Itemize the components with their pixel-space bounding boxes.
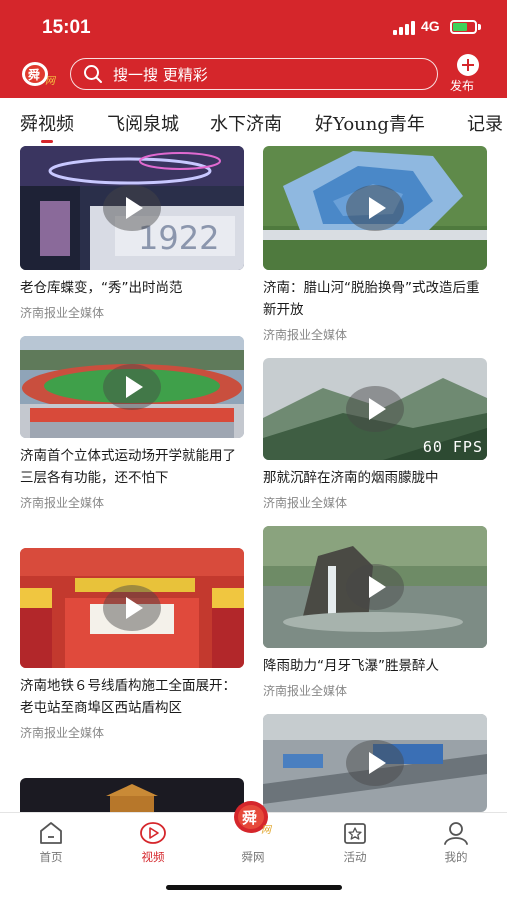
video-source: 济南报业全媒体: [263, 496, 348, 510]
video-card[interactable]: 济南地铁６号线盾构施工全面展开：老屯站至商埠区西站盾构区 济南报业全媒体: [20, 548, 244, 741]
app-header: 15:01 4G 舜 网 搜一搜 更精彩 发布: [0, 0, 507, 98]
battery-icon: [450, 20, 477, 34]
video-thumbnail: [263, 714, 487, 812]
home-icon: [40, 822, 62, 844]
video-source: 济南报业全媒体: [20, 726, 105, 740]
nav-profile[interactable]: 我的: [421, 813, 491, 873]
video-title: 那就沉醉在济南的烟雨朦胧中: [263, 470, 439, 486]
network-label: 4G: [421, 18, 440, 34]
video-card[interactable]: [20, 778, 244, 812]
video-card[interactable]: 降雨助力“月牙飞瀑”胜景醉人 济南报业全媒体: [263, 526, 487, 699]
video-source: 济南报业全媒体: [263, 684, 348, 698]
video-source: 济南报业全媒体: [20, 496, 105, 510]
search-placeholder: 搜一搜 更精彩: [113, 66, 208, 84]
video-card[interactable]: 济南首个立体式运动场开学就能用了 三层各有功能，还不怕下 济南报业全媒体: [20, 336, 244, 511]
night-city-image: [20, 778, 244, 812]
nav-label: 首页: [39, 850, 63, 864]
publish-button[interactable]: 发布: [448, 54, 488, 96]
play-icon[interactable]: [346, 386, 404, 432]
video-thumbnail: [20, 548, 244, 668]
svg-text:网: 网: [45, 76, 57, 87]
tab-shun-video[interactable]: 舜视频: [20, 110, 74, 143]
plus-icon: [457, 54, 479, 76]
fps-overlay: 60 FPS: [422, 438, 483, 456]
svg-text:舜: 舜: [28, 67, 40, 82]
video-title: 济南地铁６号线盾构施工全面展开：老屯站至商埠区西站盾构区: [20, 678, 236, 716]
video-thumbnail: 1922: [20, 146, 244, 270]
video-title: 老仓库蝶变，“秀”出时尚范: [20, 280, 183, 296]
play-icon[interactable]: [103, 185, 161, 231]
video-source: 济南报业全媒体: [263, 328, 348, 342]
shun-logo-icon[interactable]: 舜 网: [20, 60, 60, 88]
video-thumbnail: [263, 526, 487, 648]
play-icon[interactable]: [103, 585, 161, 631]
video-feed: 1922 老仓库蝶变，“秀”出时尚范 济南报业全媒体 济南首个立体式运动场开学就…: [0, 146, 507, 812]
shun-logo-icon: 舜 网: [234, 801, 273, 836]
svg-text:舜: 舜: [242, 809, 257, 827]
tab-record[interactable]: 记录: [467, 110, 503, 136]
nav-video[interactable]: 视频: [118, 813, 188, 873]
nav-shun[interactable]: 舜 网 舜网: [218, 801, 288, 873]
video-thumbnail: [20, 778, 244, 812]
nav-label: 我的: [444, 850, 468, 864]
search-bar[interactable]: 搜一搜 更精彩: [70, 58, 438, 90]
video-card[interactable]: [263, 714, 487, 812]
nav-label: 活动: [343, 850, 367, 864]
video-title: 济南首个立体式运动场开学就能用了 三层各有功能，还不怕下: [20, 448, 236, 486]
play-icon[interactable]: [346, 564, 404, 610]
nav-label: 舜网: [241, 850, 265, 864]
video-card[interactable]: 1922 老仓库蝶变，“秀”出时尚范 济南报业全媒体: [20, 146, 244, 321]
video-title: 济南：腊山河“脱胎换骨”式改造后重新开放: [263, 280, 480, 318]
star-calendar-icon: [344, 823, 366, 844]
video-source: 济南报业全媒体: [20, 306, 105, 320]
video-icon: [140, 822, 166, 844]
svg-text:网: 网: [261, 825, 273, 836]
tab-underwater-jinan[interactable]: 水下济南: [210, 110, 282, 136]
search-icon: [84, 65, 102, 83]
tab-feiyue-quancheng[interactable]: 飞阅泉城: [107, 110, 179, 136]
nav-activity[interactable]: 活动: [320, 813, 390, 873]
nav-home[interactable]: 首页: [16, 813, 86, 873]
video-card[interactable]: 济南：腊山河“脱胎换骨”式改造后重新开放 济南报业全媒体: [263, 146, 487, 343]
signal-icon: [393, 21, 417, 35]
play-icon[interactable]: [346, 185, 404, 231]
channel-tabs: 舜视频 飞阅泉城 水下济南 好Young青年 记录: [0, 98, 507, 146]
publish-label: 发布: [450, 79, 475, 93]
play-icon[interactable]: [346, 740, 404, 786]
video-title: 降雨助力“月牙飞瀑”胜景醉人: [263, 658, 439, 674]
tab-young-youth[interactable]: 好Young青年: [315, 110, 425, 136]
nav-label: 视频: [141, 850, 165, 864]
play-icon[interactable]: [103, 364, 161, 410]
video-thumbnail: 60 FPS: [263, 358, 487, 460]
home-indicator[interactable]: [166, 885, 342, 890]
video-thumbnail: [263, 146, 487, 270]
status-time: 15:01: [42, 17, 91, 38]
video-thumbnail: [20, 336, 244, 438]
video-card[interactable]: 60 FPS 那就沉醉在济南的烟雨朦胧中 济南报业全媒体: [263, 358, 487, 511]
user-icon: [444, 822, 468, 845]
